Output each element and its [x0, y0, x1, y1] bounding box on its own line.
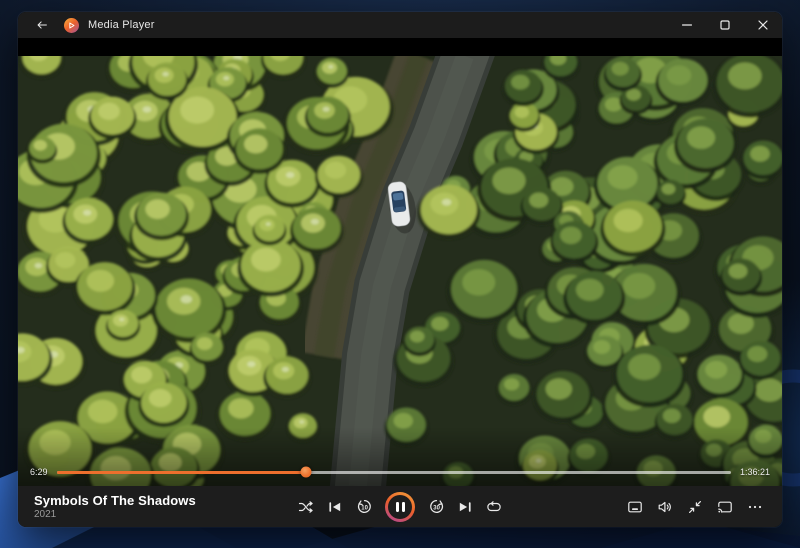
cast-button[interactable]	[714, 496, 736, 518]
skip-forward-30-icon: 30	[428, 498, 445, 515]
skip-forward-30-button[interactable]: 30	[425, 496, 447, 518]
minimize-icon	[682, 20, 692, 30]
next-track-icon	[457, 499, 473, 515]
secondary-controls	[624, 496, 766, 518]
maximize-button[interactable]	[706, 12, 744, 38]
media-player-app-icon	[64, 18, 79, 33]
transport-controls: 10 30	[295, 492, 505, 522]
cast-icon	[717, 499, 733, 515]
shuffle-icon	[298, 499, 314, 515]
track-title: Symbols Of The Shadows	[34, 493, 196, 508]
more-options-icon	[747, 499, 763, 515]
close-icon	[758, 20, 768, 30]
minimize-button[interactable]	[668, 12, 706, 38]
video-surface[interactable]: 6:29 1:36:21	[18, 38, 782, 486]
mini-player-button[interactable]	[624, 496, 646, 518]
play-pause-button[interactable]	[385, 492, 415, 522]
svg-text:30: 30	[433, 505, 440, 511]
app-title: Media Player	[88, 19, 155, 31]
media-player-window: Media Player 6:29	[18, 12, 782, 527]
pause-icon	[388, 495, 412, 519]
total-time: 1:36:21	[740, 467, 770, 477]
track-year: 2021	[34, 509, 196, 520]
back-arrow-icon	[35, 18, 49, 32]
caption-buttons	[668, 12, 782, 38]
more-options-button[interactable]	[744, 496, 766, 518]
repeat-button[interactable]	[483, 496, 505, 518]
skip-back-10-button[interactable]: 10	[353, 496, 375, 518]
repeat-icon	[486, 499, 502, 515]
close-button[interactable]	[744, 12, 782, 38]
maximize-icon	[720, 20, 730, 30]
seek-thumb[interactable]	[301, 467, 312, 478]
exit-fullscreen-icon	[687, 499, 703, 515]
video-frame-aerial-forest	[18, 56, 782, 486]
skip-back-10-icon: 10	[356, 498, 373, 515]
next-track-button[interactable]	[454, 496, 476, 518]
mini-player-icon	[627, 499, 643, 515]
volume-icon	[657, 499, 673, 515]
seek-track[interactable]	[57, 471, 731, 474]
exit-fullscreen-button[interactable]	[684, 496, 706, 518]
seek-bar: 6:29 1:36:21	[30, 464, 770, 480]
volume-button[interactable]	[654, 496, 676, 518]
shuffle-button[interactable]	[295, 496, 317, 518]
titlebar: Media Player	[18, 12, 782, 38]
back-button[interactable]	[30, 15, 54, 35]
svg-text:10: 10	[361, 505, 368, 511]
play-glyph-icon	[66, 20, 77, 31]
playback-control-bar: Symbols Of The Shadows 2021	[18, 486, 782, 527]
previous-track-button[interactable]	[324, 496, 346, 518]
now-playing-info: Symbols Of The Shadows 2021	[34, 493, 196, 520]
previous-track-icon	[327, 499, 343, 515]
elapsed-time: 6:29	[30, 467, 48, 477]
seek-fill	[57, 471, 307, 474]
